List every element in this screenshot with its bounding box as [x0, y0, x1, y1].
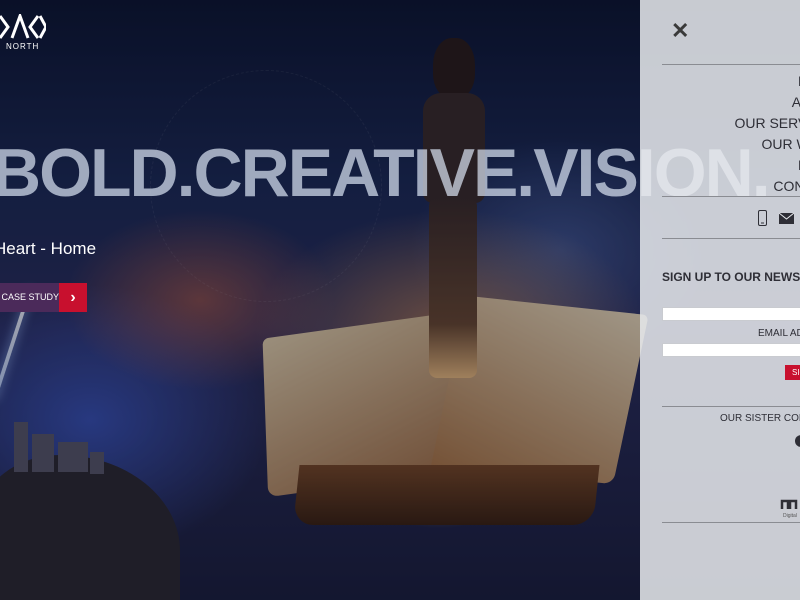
email-icon[interactable]	[779, 212, 794, 224]
signup-button[interactable]: SIGN UP	[785, 365, 800, 380]
logo-subtitle: NORTH	[6, 42, 40, 51]
divider	[662, 406, 800, 407]
chevron-right-icon: ›	[59, 283, 87, 312]
phone-icon[interactable]	[758, 210, 767, 226]
sister-company-logo[interactable]	[795, 435, 800, 447]
divider	[662, 64, 800, 65]
divider	[662, 238, 800, 239]
sister-companies-label: OUR SISTER COMPANIES	[720, 413, 800, 424]
case-study-button[interactable]: CASE STUDY ›	[0, 283, 87, 312]
close-icon[interactable]: ✕	[671, 20, 689, 42]
newsletter-title: SIGN UP TO OUR NEWSLETTER	[662, 270, 800, 284]
email-field[interactable]	[662, 343, 800, 357]
divider	[662, 196, 800, 197]
slide-title: Heart - Home	[0, 239, 97, 258]
menu-item-services[interactable]: OUR SERVICES	[640, 113, 800, 134]
main-menu: HOME ABOUT OUR SERVICES OUR WORK NEWS CO…	[640, 71, 800, 197]
menu-item-about[interactable]: ABOUT	[640, 92, 800, 113]
site-logo[interactable]: NORTH	[0, 14, 50, 54]
sister-logo-text: Digital	[783, 513, 797, 519]
email-label: EMAIL ADDRESS	[758, 328, 800, 339]
name-field[interactable]	[662, 307, 800, 321]
menu-item-contact[interactable]: CONTACT	[640, 176, 800, 197]
logo-mark-icon	[0, 14, 46, 39]
case-study-label: CASE STUDY	[0, 283, 59, 312]
menu-item-news[interactable]: NEWS	[640, 155, 800, 176]
side-menu-panel: ✕ HOME ABOUT OUR SERVICES OUR WORK NEWS …	[640, 0, 800, 600]
contact-icons	[758, 208, 794, 228]
sister-company-logo-icon[interactable]	[780, 495, 800, 515]
menu-item-work[interactable]: OUR WORK	[640, 134, 800, 155]
menu-item-home[interactable]: HOME	[640, 71, 800, 92]
divider	[662, 522, 800, 523]
